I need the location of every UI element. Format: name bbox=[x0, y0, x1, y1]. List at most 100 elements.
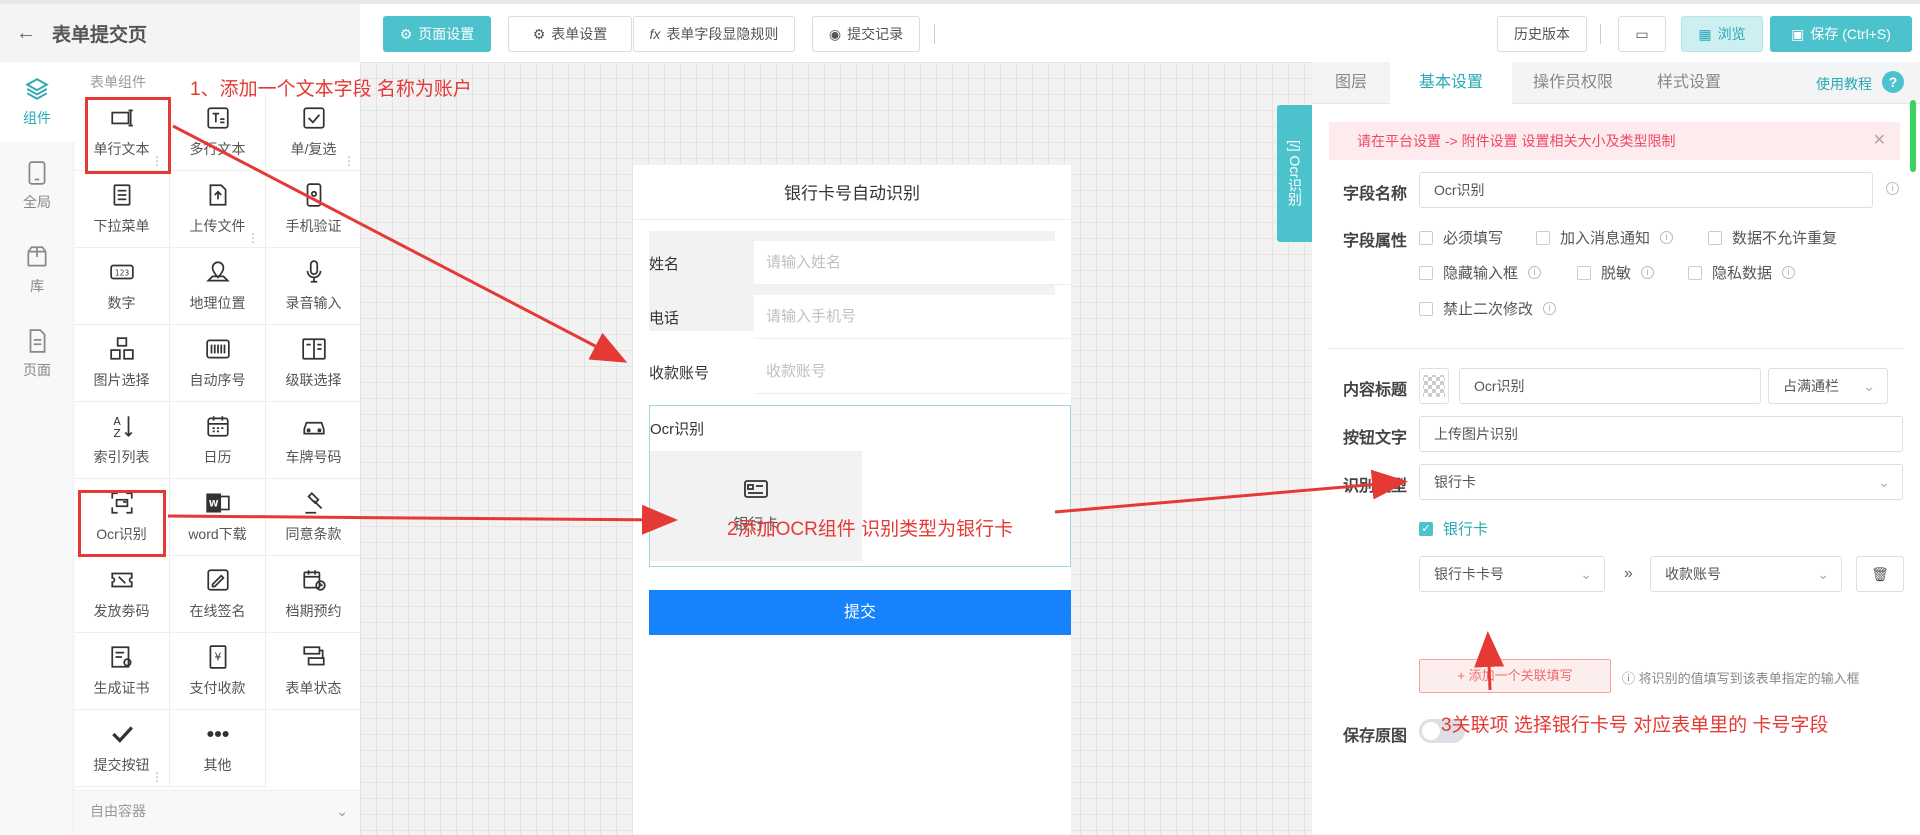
field-rules-button[interactable]: fx 表单字段显隐规则 bbox=[633, 16, 795, 52]
history-button[interactable]: 历史版本 bbox=[1497, 16, 1587, 52]
attr-private[interactable]: 隐私数据 i bbox=[1688, 262, 1796, 283]
payment-icon: ¥ bbox=[209, 645, 226, 669]
component-label: 下拉菜单 bbox=[93, 218, 150, 234]
header-left: ← 表单提交页 bbox=[0, 4, 360, 62]
component-tile[interactable]: 表单状态 bbox=[266, 633, 362, 710]
checkbox[interactable] bbox=[1419, 301, 1433, 316]
mapping-source-select[interactable]: 银行卡卡号 ⌄ bbox=[1419, 556, 1605, 592]
account-input[interactable]: 收款账号 bbox=[754, 350, 1071, 394]
component-tile[interactable]: 车牌号码 bbox=[266, 402, 362, 479]
form-field-account[interactable]: 收款账号 收款账号 bbox=[649, 350, 1071, 394]
info-icon[interactable]: i bbox=[1528, 266, 1542, 279]
add-mapping-button[interactable]: + 添加一个关联填写 bbox=[1419, 659, 1611, 693]
component-tile[interactable]: 日历 bbox=[170, 402, 266, 479]
recog-type-select[interactable]: 银行卡 ⌄ bbox=[1419, 464, 1903, 500]
page-settings-button[interactable]: ⚙ 页面设置 bbox=[383, 16, 491, 52]
content-title-label: 内容标题 bbox=[1343, 382, 1408, 399]
attr-notify[interactable]: 加入消息通知 i bbox=[1536, 227, 1674, 248]
attr-no-second-edit[interactable]: 禁止二次修改 i bbox=[1419, 298, 1557, 319]
component-tile[interactable]: 录音输入 bbox=[266, 248, 362, 325]
component-tile[interactable]: 手机验证 bbox=[266, 171, 362, 248]
attr-no-duplicate[interactable]: 数据不允许重复 bbox=[1708, 227, 1837, 248]
checkbox[interactable] bbox=[1536, 230, 1550, 245]
ocr-component[interactable]: Ocr识别 银行卡 bbox=[649, 405, 1071, 567]
question-icon[interactable]: ? bbox=[1882, 71, 1904, 93]
tab-style-settings[interactable]: 样式设置 bbox=[1634, 62, 1744, 104]
recog-type-bankcard[interactable]: ✓ 银行卡 bbox=[1419, 518, 1488, 539]
content-width-select[interactable]: 占满通栏 ⌄ bbox=[1768, 368, 1888, 404]
scrollbar[interactable] bbox=[1910, 100, 1916, 172]
tab-layers[interactable]: 图层 bbox=[1312, 62, 1390, 104]
component-tile[interactable]: 下拉菜单 bbox=[74, 171, 170, 248]
close-icon[interactable]: ✕ bbox=[1873, 122, 1886, 160]
info-icon[interactable]: i bbox=[1782, 266, 1796, 279]
component-tile[interactable]: 地理位置 bbox=[170, 248, 266, 325]
monitor-button[interactable]: ▭ bbox=[1618, 16, 1666, 52]
component-tile[interactable]: 提交按钮 ⋮ bbox=[74, 710, 170, 787]
component-tile[interactable]: A Z 索引列表 bbox=[74, 402, 170, 479]
phone-input[interactable]: 请输入手机号 bbox=[754, 295, 1071, 339]
info-icon[interactable]: i bbox=[1886, 182, 1899, 195]
tab-operator-permissions[interactable]: 操作员权限 bbox=[1512, 62, 1634, 104]
component-tile[interactable]: 其他 bbox=[170, 710, 266, 787]
attr-desensitize[interactable]: 脱敏 i bbox=[1577, 262, 1655, 283]
component-label: 表单状态 bbox=[285, 680, 342, 696]
checkbox-icon bbox=[302, 107, 325, 129]
field-name-input[interactable]: Ocr识别 bbox=[1419, 172, 1873, 208]
submit-button[interactable]: 提交 bbox=[649, 590, 1071, 635]
component-label: 档期预约 bbox=[285, 603, 342, 619]
checkbox[interactable] bbox=[1708, 230, 1722, 245]
component-tile[interactable]: 自动序号 bbox=[170, 325, 266, 402]
form-field-phone[interactable]: 电话 请输入手机号 bbox=[649, 295, 1071, 339]
help-link[interactable]: 使用教程 bbox=[1816, 74, 1872, 94]
chevron-down-icon: ⌄ bbox=[1817, 566, 1829, 582]
drag-handle-icon[interactable]: ⋮ bbox=[247, 232, 259, 244]
mapping-target-select[interactable]: 收款账号 ⌄ bbox=[1650, 556, 1842, 592]
component-tile[interactable]: Wword下载 bbox=[170, 479, 266, 556]
attr-required[interactable]: 必须填写 bbox=[1419, 227, 1503, 248]
component-tile[interactable]: 多行文本 bbox=[170, 94, 266, 171]
color-picker[interactable] bbox=[1419, 368, 1449, 404]
component-tile[interactable]: 同意条款 bbox=[266, 479, 362, 556]
nav-item-library[interactable]: 库 bbox=[0, 230, 74, 310]
component-tile[interactable]: 图片选择 bbox=[74, 325, 170, 402]
component-tile[interactable]: 在线签名 bbox=[170, 556, 266, 633]
info-icon[interactable]: i bbox=[1641, 266, 1655, 279]
drag-handle-icon[interactable]: ⋮ bbox=[343, 155, 355, 167]
component-tile[interactable]: 发放劵码 bbox=[74, 556, 170, 633]
nav-item-global[interactable]: 全局 bbox=[0, 146, 74, 226]
save-button[interactable]: ▣ 保存 (Ctrl+S) bbox=[1770, 16, 1912, 52]
component-tile[interactable]: 级联选择 bbox=[266, 325, 362, 402]
checkbox[interactable] bbox=[1419, 265, 1433, 280]
checkbox-checked[interactable]: ✓ bbox=[1419, 521, 1433, 536]
button-text-input[interactable]: 上传图片识别 bbox=[1419, 416, 1903, 452]
info-icon[interactable]: i bbox=[1543, 302, 1557, 315]
free-container-section[interactable]: 自由容器 ⌄ bbox=[74, 790, 360, 835]
component-tile[interactable]: 上传文件 ⋮ bbox=[170, 171, 266, 248]
component-tile[interactable]: 单/复选 ⋮ bbox=[266, 94, 362, 171]
drag-handle-icon[interactable]: ⋮ bbox=[151, 771, 163, 783]
component-tile[interactable]: 123 数字 bbox=[74, 248, 170, 325]
form-field-name[interactable]: 姓名 请输入姓名 bbox=[649, 241, 1071, 285]
ocr-side-tab[interactable]: [/] Ocr识别 bbox=[1277, 105, 1313, 242]
checkbox[interactable] bbox=[1577, 265, 1591, 280]
checkbox[interactable] bbox=[1688, 265, 1702, 280]
arrow-left-icon[interactable]: ← bbox=[0, 22, 52, 45]
nav-item-page[interactable]: 页面 bbox=[0, 314, 74, 394]
component-tile[interactable]: 生成证书 bbox=[74, 633, 170, 710]
name-input[interactable]: 请输入姓名 bbox=[754, 241, 1071, 285]
form-title: 银行卡号自动识别 bbox=[633, 165, 1071, 220]
info-icon[interactable]: i bbox=[1660, 231, 1674, 244]
form-settings-button[interactable]: ⚙ 表单设置 bbox=[508, 16, 632, 52]
delete-mapping-button[interactable]: 🗑 bbox=[1856, 556, 1904, 592]
preview-button[interactable]: ▦ 浏览 bbox=[1681, 16, 1763, 52]
nav-item-components[interactable]: 组件 bbox=[0, 62, 74, 142]
content-title-input[interactable]: Ocr识别 bbox=[1459, 368, 1761, 404]
tab-basic-settings[interactable]: 基本设置 bbox=[1390, 62, 1512, 104]
component-tile[interactable]: 档期预约 bbox=[266, 556, 362, 633]
ocr-upload-button[interactable]: 银行卡 bbox=[650, 451, 862, 561]
component-tile[interactable]: ¥ 支付收款 bbox=[170, 633, 266, 710]
checkbox[interactable] bbox=[1419, 230, 1433, 245]
submit-records-button[interactable]: ◉ 提交记录 bbox=[812, 16, 920, 52]
attr-hide-input[interactable]: 隐藏输入框 i bbox=[1419, 262, 1542, 283]
